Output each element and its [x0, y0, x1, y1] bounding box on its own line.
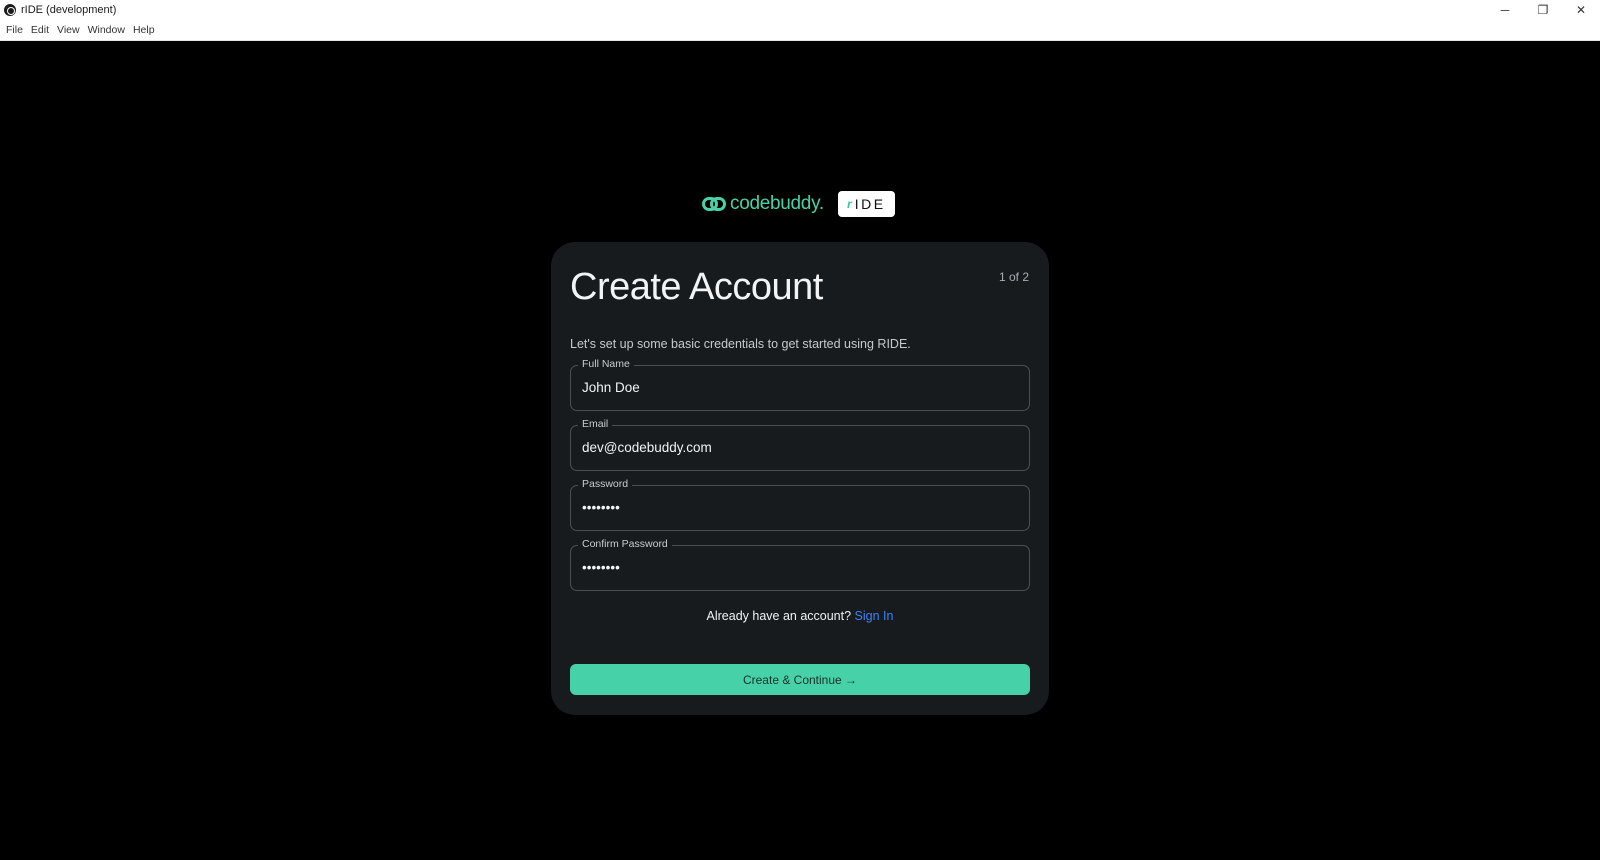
- ride-badge-prefix: r: [847, 197, 852, 211]
- window-title: rIDE (development): [21, 3, 117, 16]
- ride-badge: r IDE: [837, 191, 895, 217]
- create-account-card: Create Account 1 of 2 Let's set up some …: [551, 242, 1049, 715]
- ride-badge-label: IDE: [854, 196, 886, 212]
- brand-header: codebuddy. r IDE: [702, 191, 895, 217]
- menu-bar: File Edit View Window Help: [0, 19, 1600, 41]
- full-name-label: Full Name: [578, 358, 634, 370]
- menu-file[interactable]: File: [2, 24, 27, 36]
- minimize-button[interactable]: ─: [1486, 0, 1524, 19]
- signin-prompt: Already have an account?: [706, 609, 852, 623]
- password-field[interactable]: Password ••••••••: [570, 478, 1030, 531]
- confirm-password-input[interactable]: ••••••••: [582, 560, 1012, 575]
- password-label: Password: [578, 478, 633, 490]
- menu-view[interactable]: View: [53, 24, 84, 36]
- step-indicator: 1 of 2: [998, 270, 1029, 284]
- app-content: codebuddy. r IDE Create Account 1 of 2 L…: [0, 41, 1600, 860]
- close-button[interactable]: ✕: [1562, 0, 1600, 19]
- email-field[interactable]: Email dev@codebuddy.com: [570, 418, 1030, 471]
- signin-link[interactable]: Sign In: [855, 609, 894, 623]
- full-name-input[interactable]: John Doe: [582, 380, 1012, 395]
- confirm-password-label: Confirm Password: [578, 538, 672, 550]
- create-continue-button[interactable]: Create & Continue →: [570, 664, 1030, 695]
- page-title: Create Account: [570, 266, 823, 308]
- menu-edit[interactable]: Edit: [27, 24, 53, 36]
- restore-button[interactable]: ❐: [1524, 0, 1562, 19]
- window-controls: ─ ❐ ✕: [1486, 0, 1600, 19]
- signin-prompt-row: Already have an account? Sign In: [551, 609, 1049, 623]
- confirm-password-field[interactable]: Confirm Password ••••••••: [570, 538, 1030, 591]
- email-input[interactable]: dev@codebuddy.com: [582, 440, 1012, 455]
- full-name-field[interactable]: Full Name John Doe: [570, 358, 1030, 411]
- menu-help[interactable]: Help: [129, 24, 159, 36]
- password-input[interactable]: ••••••••: [582, 500, 1012, 515]
- title-bar: rIDE (development) ─ ❐ ✕: [0, 0, 1600, 19]
- codebuddy-logo-icon: [702, 195, 726, 213]
- email-label: Email: [578, 418, 613, 430]
- menu-window[interactable]: Window: [84, 24, 129, 36]
- brand-name: codebuddy.: [730, 193, 824, 214]
- app-icon: [4, 3, 16, 16]
- subtitle: Let's set up some basic credentials to g…: [570, 337, 911, 351]
